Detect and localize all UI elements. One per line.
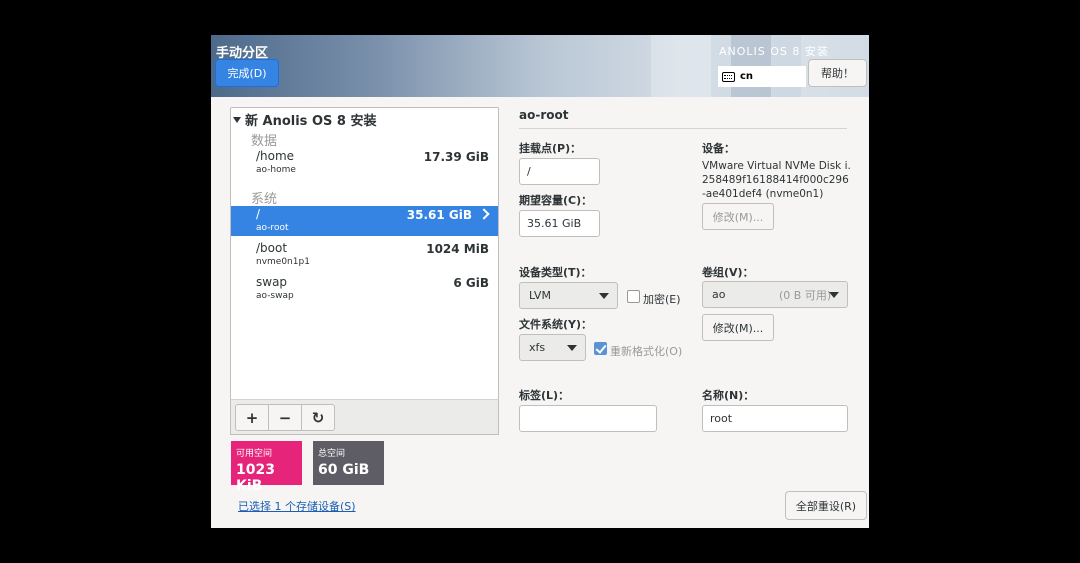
filesystem-select[interactable]: xfs (519, 334, 586, 361)
storage-devices-link[interactable]: 已选择 1 个存储设备(S) (238, 498, 356, 514)
device-type-select[interactable]: LVM (519, 282, 618, 309)
total-space-value: 60 GiB (318, 462, 370, 478)
installer-window: 手动分区 完成(D) ANOLIS OS 8 安装 cn 帮助！ 新 Anoli… (211, 35, 869, 528)
group-label-data: 数据 (251, 134, 278, 149)
partition-toolbar: + − ↻ (230, 399, 499, 435)
encrypt-checkbox[interactable] (627, 290, 640, 303)
volume-group-modify-button[interactable]: 修改(M)... (702, 314, 774, 341)
reformat-label: 重新格式化(O) (610, 345, 683, 358)
filesystem-label: 文件系统(Y)： (519, 318, 593, 331)
partition-device: nvme0n1p1 (256, 257, 310, 267)
available-space-box: 可用空间 1023 KiB (231, 441, 302, 494)
keyboard-layout-indicator[interactable]: cn (718, 66, 806, 87)
volume-group-label: 卷组(V)： (702, 266, 754, 279)
partition-mount: / (256, 207, 261, 221)
name-input[interactable]: root (702, 405, 848, 432)
partition-size: 35.61 GiB (406, 208, 472, 222)
mount-point-input[interactable]: / (519, 158, 600, 185)
device-modify-button[interactable]: 修改(M)... (702, 203, 774, 230)
device-label: 设备： (702, 142, 735, 155)
volume-group-free: (0 B 可用) (779, 288, 832, 302)
filesystem-value: xfs (529, 341, 546, 354)
partition-size: 17.39 GiB (423, 150, 489, 164)
header-bar: 手动分区 完成(D) ANOLIS OS 8 安装 cn 帮助！ (211, 35, 869, 97)
keyboard-icon (722, 71, 735, 82)
total-space-box: 总空间 60 GiB (313, 441, 384, 485)
partition-row-boot[interactable]: /boot nvme0n1p1 1024 MiB (231, 240, 498, 270)
chevron-right-icon (478, 208, 490, 220)
tag-input[interactable] (519, 405, 657, 432)
remove-partition-button[interactable]: − (268, 404, 302, 431)
partition-row-swap[interactable]: swap ao-swap 6 GiB (231, 274, 498, 304)
partition-tree: 新 Anolis OS 8 安装 数据 /home ao-home 17.39 … (230, 107, 499, 435)
device-type-label: 设备类型(T)： (519, 266, 592, 279)
device-description: VMware Virtual NVMe Disk i. 258489f16188… (702, 160, 851, 200)
refresh-button[interactable]: ↻ (301, 404, 335, 431)
help-button[interactable]: 帮助！ (808, 59, 867, 87)
chevron-down-icon (567, 345, 577, 351)
reset-all-button[interactable]: 全部重设(R) (785, 491, 867, 520)
group-label-system: 系统 (251, 192, 278, 207)
partition-mount: swap (256, 275, 288, 289)
done-button[interactable]: 完成(D) (215, 59, 279, 87)
encrypt-label: 加密(E) (643, 293, 681, 306)
volume-group-value: ao (712, 288, 726, 301)
partition-row-home[interactable]: /home ao-home 17.39 GiB (231, 148, 498, 178)
name-label: 名称(N)： (702, 389, 755, 402)
partition-size: 6 GiB (453, 276, 489, 290)
expand-triangle-icon[interactable] (233, 116, 241, 123)
tree-root-label: 新 Anolis OS 8 安装 (245, 114, 377, 129)
volume-group-select[interactable]: ao (0 B 可用) (702, 281, 848, 308)
partition-device: ao-root (256, 223, 289, 233)
device-type-value: LVM (529, 289, 551, 302)
available-space-label: 可用空间 (236, 449, 273, 459)
partition-device: ao-home (256, 165, 296, 175)
tag-label: 标签(L)： (519, 389, 570, 402)
header-background (651, 35, 711, 97)
chevron-down-icon (599, 293, 609, 299)
keyboard-layout-label: cn (740, 71, 754, 82)
reformat-checkbox[interactable] (594, 342, 607, 355)
chevron-down-icon (829, 292, 839, 298)
total-space-label: 总空间 (318, 449, 346, 459)
mount-point-label: 挂载点(P)： (519, 142, 582, 155)
partition-device: ao-swap (256, 291, 294, 301)
divider (519, 128, 847, 129)
capacity-label: 期望容量(C)： (519, 194, 593, 207)
add-partition-button[interactable]: + (235, 404, 269, 431)
partition-row-root[interactable]: / ao-root 35.61 GiB (231, 206, 498, 236)
product-title: ANOLIS OS 8 安装 (719, 45, 829, 58)
detail-title: ao-root (519, 108, 569, 122)
partition-size: 1024 MiB (426, 242, 489, 256)
partition-mount: /home (256, 149, 295, 163)
partition-mount: /boot (256, 241, 288, 255)
tree-root[interactable]: 新 Anolis OS 8 安装 (233, 110, 376, 129)
capacity-input[interactable]: 35.61 GiB (519, 210, 600, 237)
available-space-value: 1023 KiB (236, 462, 275, 494)
